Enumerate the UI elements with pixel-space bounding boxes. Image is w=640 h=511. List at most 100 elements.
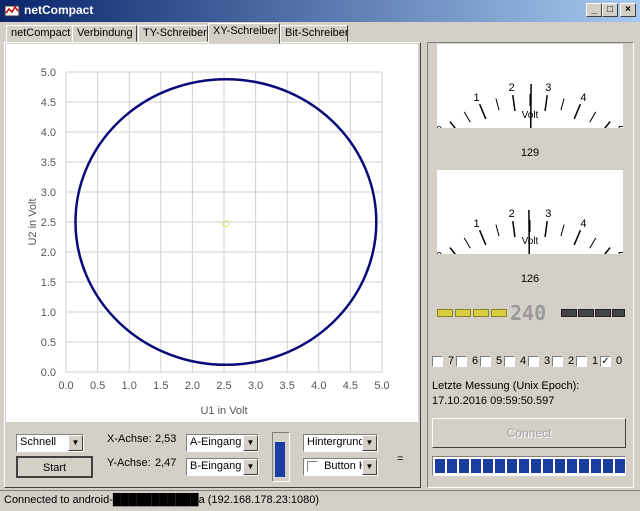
meter-tick-label: 0 — [437, 250, 442, 254]
progress-segment — [495, 459, 505, 473]
meter-tick-label: 3 — [545, 208, 551, 220]
x-tick-label: 1.0 — [122, 380, 137, 392]
bit-display: 240 — [437, 300, 625, 326]
meter-tick-label: 0 — [437, 124, 442, 128]
progress-segment — [531, 459, 541, 473]
progress-segment — [543, 459, 553, 473]
chevron-down-icon: ▼ — [362, 435, 377, 451]
y-axis-title: U2 in Volt — [27, 198, 39, 245]
app-icon — [4, 5, 20, 17]
bit-checkbox-4[interactable] — [504, 356, 515, 367]
bit-checkbox-5[interactable] — [480, 356, 491, 367]
bit-checkbox-label: 2 — [568, 355, 575, 367]
x-tick-label: 4.0 — [311, 380, 326, 392]
level-indicator — [272, 432, 290, 482]
meter-tick — [449, 121, 456, 128]
tab-ty-schreiber[interactable]: TY-Schreiber — [138, 25, 208, 42]
y-tick-label: 1.0 — [41, 307, 56, 319]
a-input-value: A-Eingang — [190, 436, 242, 448]
b-input-value: B-Eingang — [190, 460, 242, 472]
start-button[interactable]: Start — [16, 456, 93, 478]
connect-button[interactable]: Connect — [432, 418, 626, 448]
progress-bar — [432, 456, 626, 476]
background-select[interactable]: Hintergrund ▼ — [303, 434, 378, 452]
x-tick-label: 3.0 — [248, 380, 263, 392]
button-select[interactable]: Button H ▼ — [303, 458, 378, 476]
meter-tick — [512, 221, 516, 238]
led-2 — [578, 309, 594, 317]
xy-plot[interactable]: 0.0 0.0 0.5 0.5 1.0 1.0 1.5 1.5 2.0 2.0 2.5 2.5 3.0 3… — [6, 44, 418, 422]
progress-segment — [507, 459, 517, 473]
led-5 — [473, 309, 489, 317]
progress-segment — [591, 459, 601, 473]
meter-unit-label: Volt — [522, 236, 539, 247]
led-0 — [612, 309, 625, 317]
progress-segment — [603, 459, 613, 473]
progress-segment — [483, 459, 493, 473]
xy-chart: 0.00.0 0.5 0.5 1.0 1.0 1.5 1.5 2.0 2.0 2.5 2.5 3.0 3… — [27, 67, 390, 417]
bit-checkbox-1[interactable] — [576, 356, 587, 367]
b-input-select[interactable]: B-Eingang ▼ — [186, 458, 259, 476]
chevron-down-icon: ▼ — [243, 435, 258, 451]
title-bar: netCompact _ □ × — [0, 0, 640, 22]
meter-tick — [495, 98, 500, 111]
x-tick-label: 4.5 — [343, 380, 358, 392]
bit-checkbox-2[interactable] — [552, 356, 563, 367]
progress-segment — [615, 459, 625, 473]
bit-checkbox-7[interactable] — [432, 356, 443, 367]
progress-segment — [567, 459, 577, 473]
y-tick-label: 4.0 — [41, 127, 56, 139]
y-tick-label: 2.0 — [41, 247, 56, 259]
bit-checkbox-label: 4 — [520, 355, 527, 367]
y-tick-label: 0.0 — [41, 367, 56, 379]
bit-checkbox-6[interactable] — [456, 356, 467, 367]
chevron-down-icon: ▼ — [362, 459, 377, 475]
meter-tick-label: 1 — [473, 92, 479, 104]
last-measurement-label: Letzte Messung (Unix Epoch): — [432, 380, 580, 392]
close-button[interactable]: × — [620, 3, 636, 17]
x-axis-title: U1 in Volt — [200, 405, 247, 417]
meter-tick — [560, 224, 565, 237]
meter-tick — [589, 237, 597, 249]
meter-tick — [589, 111, 597, 123]
maximize-button[interactable]: □ — [602, 3, 618, 17]
level-fill — [275, 442, 285, 477]
tab-bit-schreiber[interactable]: Bit-Schreiber — [280, 25, 349, 42]
bit-checkbox-3[interactable] — [528, 356, 539, 367]
meter-tick-label: 5 — [618, 250, 623, 254]
voltmeter-2: 0 1 2 3 4 5 Volt — [437, 170, 623, 254]
x-tick-label: 2.5 — [216, 380, 231, 392]
progress-segment — [579, 459, 589, 473]
y-tick-label: 2.5 — [41, 217, 56, 229]
bit-checkbox-label: 3 — [544, 355, 551, 367]
meter-tick — [544, 221, 548, 238]
speed-select[interactable]: Schnell ▼ — [16, 434, 84, 452]
a-input-select[interactable]: A-Eingang ▼ — [186, 434, 259, 452]
bit-checkbox-label: 6 — [472, 355, 479, 367]
tab-verbindung[interactable]: Verbindung — [72, 25, 137, 42]
tab-xy-schreiber[interactable]: XY-Schreiber — [208, 23, 280, 44]
x-tick-label: 1.5 — [153, 380, 168, 392]
x-tick-label: 3.5 — [280, 380, 295, 392]
meter-tick — [463, 111, 471, 123]
last-measurement-value: 17.10.2016 09:59:50.597 — [432, 395, 555, 407]
y-tick-label: 3.0 — [41, 187, 56, 199]
minimize-button[interactable]: _ — [586, 3, 602, 17]
window-title: netCompact — [24, 3, 94, 17]
meter-tick — [463, 237, 471, 249]
tab-netcompact[interactable]: netCompact — [6, 25, 73, 42]
button-checkbox[interactable] — [307, 460, 318, 472]
bit-value: 240 — [510, 301, 547, 325]
chevron-down-icon: ▼ — [243, 459, 258, 475]
y-tick-label: 4.5 — [41, 97, 56, 109]
x-axis-value: 2,53 — [155, 433, 177, 445]
meter-tick — [604, 247, 611, 254]
led-1 — [595, 309, 611, 317]
bit-checkbox-0[interactable]: ✓ — [600, 356, 611, 367]
progress-segment — [519, 459, 529, 473]
x-tick-label: 5.0 — [374, 380, 389, 392]
meter-tick — [573, 229, 582, 246]
led-6 — [455, 309, 471, 317]
x-axis-label: X-Achse: — [107, 433, 152, 445]
meter-needle — [529, 83, 532, 128]
